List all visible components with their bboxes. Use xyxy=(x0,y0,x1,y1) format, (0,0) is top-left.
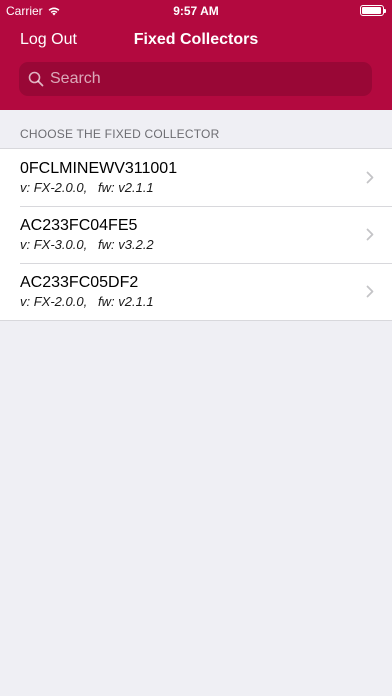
search-input[interactable] xyxy=(50,70,350,88)
list-item[interactable]: AC233FC04FE5 v: FX-3.0.0, fw: v3.2.2 xyxy=(0,206,392,263)
battery-icon xyxy=(360,5,386,16)
collector-name: AC233FC05DF2 xyxy=(20,274,139,291)
status-time: 9:57 AM xyxy=(173,4,219,18)
collector-list: 0FCLMINEWV311001 v: FX-2.0.0, fw: v2.1.1… xyxy=(0,148,392,321)
search-icon xyxy=(28,71,44,87)
collector-version: v: FX-2.0.0, fw: v2.1.1 xyxy=(20,180,154,195)
collector-version: v: FX-2.0.0, fw: v2.1.1 xyxy=(20,294,154,309)
chevron-right-icon xyxy=(366,171,374,184)
collector-name: AC233FC04FE5 xyxy=(20,217,138,234)
list-item[interactable]: AC233FC05DF2 v: FX-2.0.0, fw: v2.1.1 xyxy=(0,263,392,320)
status-bar: Carrier 9:57 AM xyxy=(0,0,392,20)
collector-version: v: FX-3.0.0, fw: v3.2.2 xyxy=(20,237,154,252)
section-header: CHOOSE THE FIXED COLLECTOR xyxy=(20,127,220,141)
page-title: Fixed Collectors xyxy=(133,31,259,48)
search-bar[interactable] xyxy=(19,62,372,96)
chevron-right-icon xyxy=(366,285,374,298)
nav-bar: Log Out Fixed Collectors xyxy=(0,20,392,60)
header: Carrier 9:57 AM Log Out Fixed Collectors xyxy=(0,0,392,110)
chevron-right-icon xyxy=(366,228,374,241)
status-right xyxy=(360,5,386,16)
collector-name: 0FCLMINEWV311001 xyxy=(20,160,178,177)
list-item[interactable]: 0FCLMINEWV311001 v: FX-2.0.0, fw: v2.1.1 xyxy=(0,149,392,206)
